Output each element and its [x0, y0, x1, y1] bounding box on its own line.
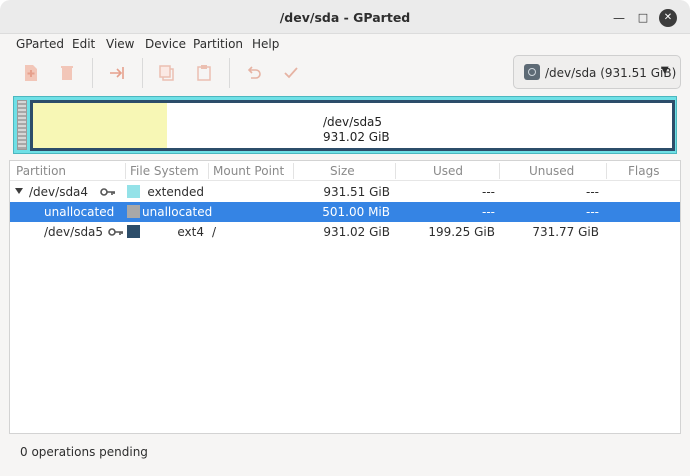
table-row[interactable]: /dev/sda4 extended 931.51 GiB --- ---: [10, 182, 680, 202]
size-value: 501.00 MiB: [322, 205, 390, 219]
toolbar-separator: [142, 58, 143, 88]
column-file-system[interactable]: File System: [130, 164, 199, 178]
unused-value: 731.77 GiB: [532, 225, 599, 239]
menu-gparted[interactable]: GParted: [16, 37, 64, 51]
resize-move-icon[interactable]: [108, 64, 126, 82]
filesystem-color-swatch: [127, 225, 140, 238]
toolbar-separator: [92, 58, 93, 88]
gparted-window: /dev/sda - GParted — □ ✕ GParted Edit Vi…: [0, 0, 690, 476]
device-label: /dev/sda (931.51 GiB): [545, 66, 677, 80]
menu-help[interactable]: Help: [252, 37, 279, 51]
undo-icon[interactable]: [245, 64, 263, 82]
minimize-icon[interactable]: —: [610, 9, 628, 27]
menu-device[interactable]: Device: [145, 37, 186, 51]
status-bar: 0 operations pending: [9, 436, 681, 466]
used-value: ---: [482, 205, 495, 219]
close-icon[interactable]: ✕: [659, 9, 677, 27]
disk-graphic-partition-size: 931.02 GiB: [323, 130, 390, 144]
list-header: Partition File System Mount Point Size U…: [10, 161, 680, 181]
device-selector[interactable]: /dev/sda (931.51 GiB) ▼: [513, 55, 681, 89]
filesystem-color-swatch: [127, 205, 140, 218]
copy-icon[interactable]: [158, 64, 176, 82]
partition-name: unallocated: [44, 205, 115, 219]
partition-name: /dev/sda4: [29, 185, 89, 199]
hard-disk-icon: [524, 64, 540, 80]
column-mount-point[interactable]: Mount Point: [213, 164, 284, 178]
menu-partition[interactable]: Partition: [193, 37, 243, 51]
key-icon: [108, 228, 123, 236]
size-value: 931.51 GiB: [323, 185, 390, 199]
column-flags[interactable]: Flags: [628, 164, 659, 178]
used-value: ---: [482, 185, 495, 199]
unused-value: ---: [586, 205, 599, 219]
filesystem-value: unallocated: [142, 205, 213, 219]
filesystem-color-swatch: [127, 185, 140, 198]
disk-graphic-sda5[interactable]: /dev/sda5 931.02 GiB: [30, 100, 675, 151]
toolbar-separator: [229, 58, 230, 88]
title-bar[interactable]: /dev/sda - GParted — □ ✕: [0, 0, 690, 34]
menu-edit[interactable]: Edit: [72, 37, 95, 51]
window-title: /dev/sda - GParted: [279, 10, 411, 25]
used-value: 199.25 GiB: [428, 225, 495, 239]
mount-point-value: /: [212, 225, 217, 239]
table-row[interactable]: unallocated unallocated 501.00 MiB --- -…: [10, 202, 680, 222]
key-icon: [100, 188, 115, 196]
column-unused[interactable]: Unused: [529, 164, 574, 178]
paste-icon[interactable]: [195, 64, 213, 82]
table-row[interactable]: /dev/sda5 ext4 / 931.02 GiB 199.25 GiB 7…: [10, 222, 680, 242]
menu-bar: GParted Edit View Device Partition Help: [0, 34, 690, 54]
status-text: 0 operations pending: [20, 445, 148, 459]
expander-arrow-icon[interactable]: [15, 188, 23, 194]
size-value: 931.02 GiB: [323, 225, 390, 239]
unused-value: ---: [586, 185, 599, 199]
filesystem-value: ext4: [177, 225, 204, 239]
chevron-down-icon: ▼: [661, 65, 669, 76]
partition-list[interactable]: Partition File System Mount Point Size U…: [9, 160, 681, 434]
used-space-fill: [33, 103, 168, 148]
delete-icon[interactable]: [58, 64, 76, 82]
new-partition-icon[interactable]: [22, 64, 40, 82]
filesystem-value: extended: [147, 185, 204, 199]
column-used[interactable]: Used: [433, 164, 463, 178]
menu-view[interactable]: View: [106, 37, 134, 51]
disk-graphic: /dev/sda5 931.02 GiB: [13, 96, 677, 154]
apply-icon[interactable]: [282, 64, 300, 82]
disk-graphic-partition-name: /dev/sda5: [323, 115, 383, 129]
column-size[interactable]: Size: [330, 164, 355, 178]
partition-name: /dev/sda5: [44, 225, 104, 239]
column-partition[interactable]: Partition: [16, 164, 66, 178]
disk-graphic-unallocated[interactable]: [17, 100, 27, 150]
maximize-icon[interactable]: □: [634, 9, 652, 27]
